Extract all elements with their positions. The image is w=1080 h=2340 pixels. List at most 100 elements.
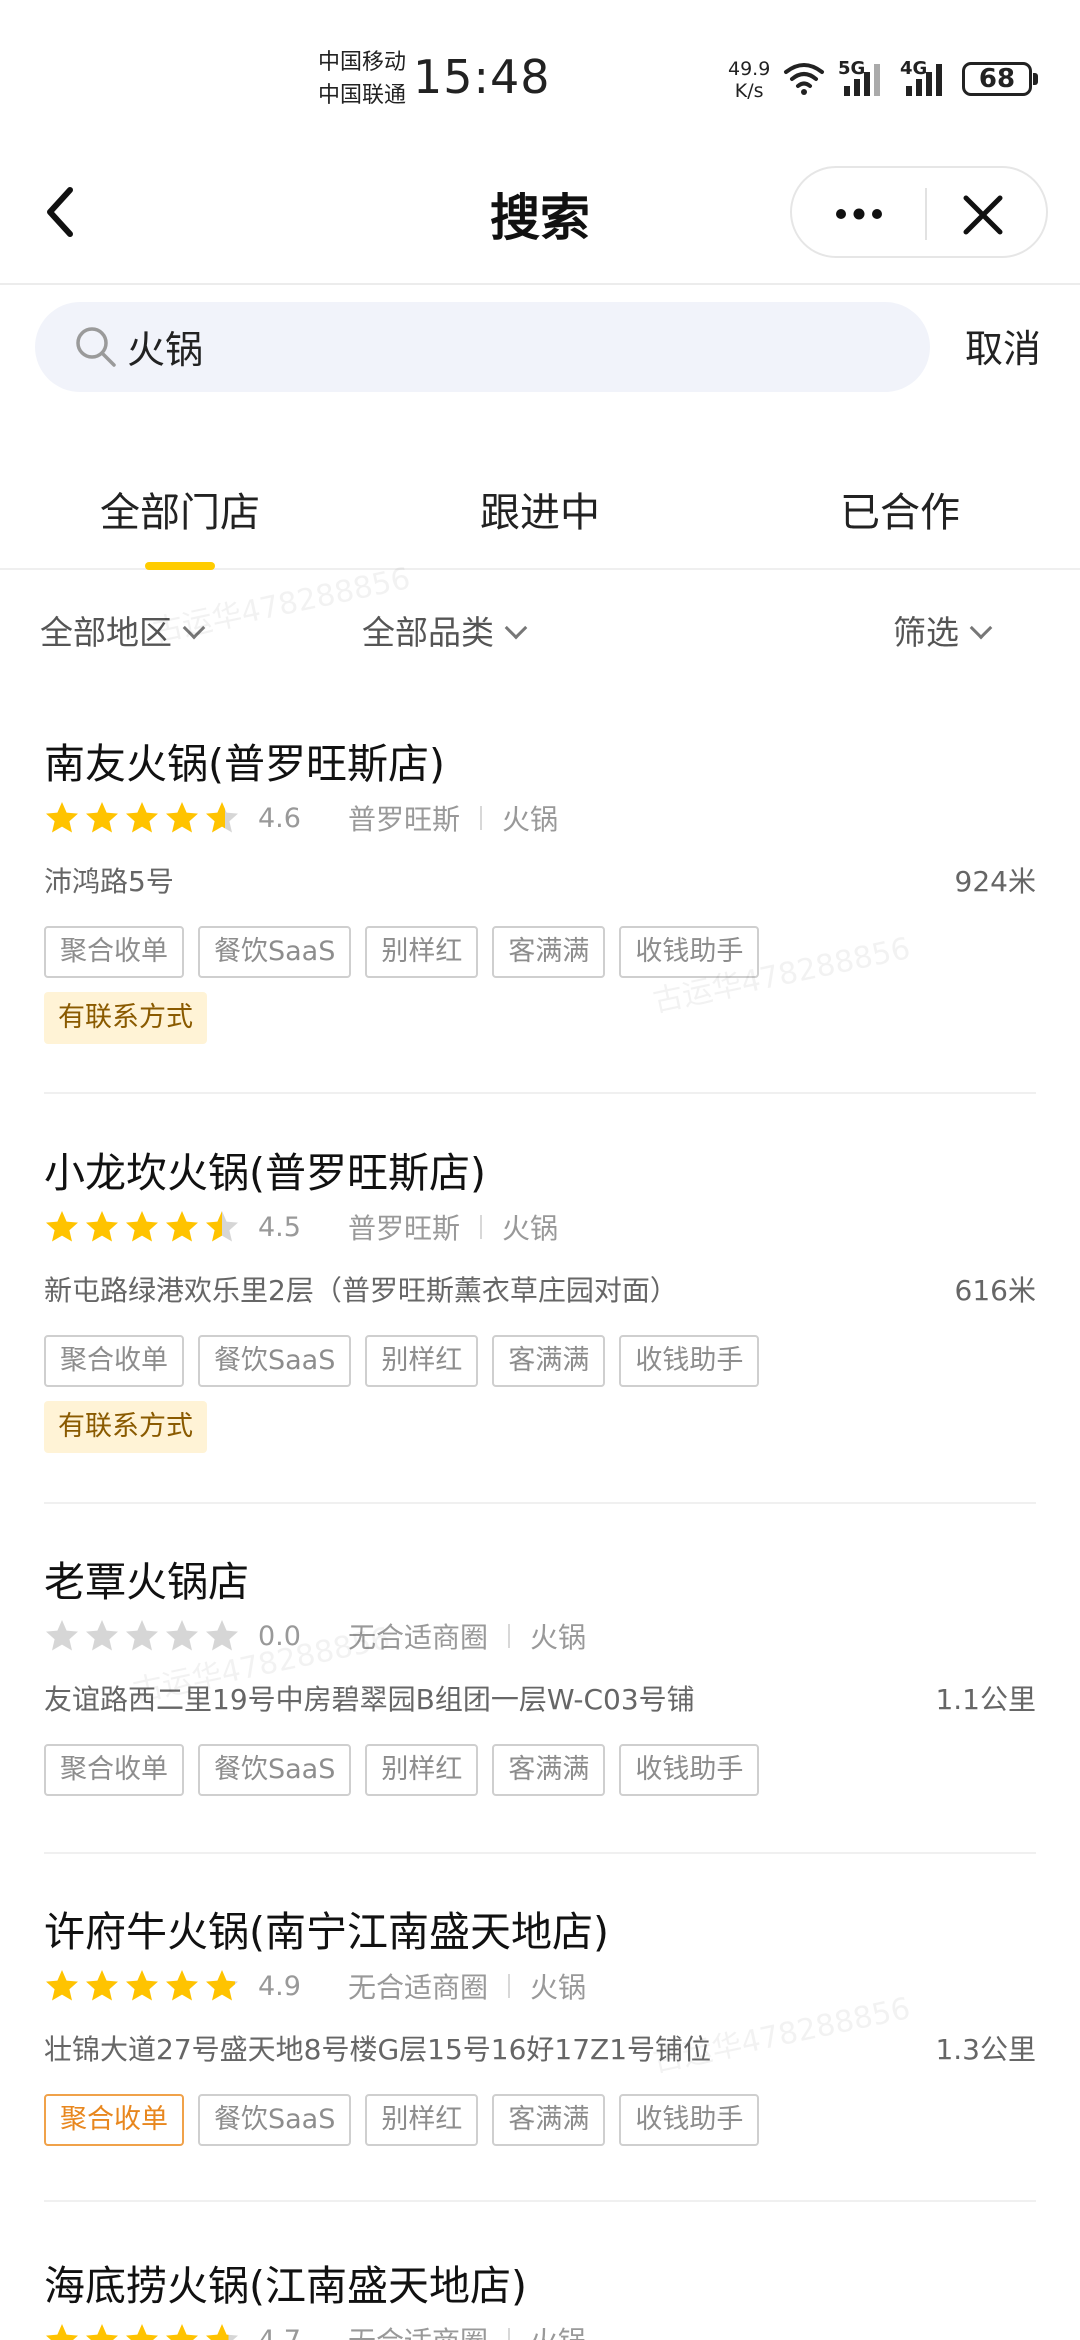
star-icon — [86, 1970, 118, 2001]
carrier-2: 中国联通 — [318, 83, 407, 108]
star-rating — [44, 800, 244, 836]
store-distance: 616米 — [954, 1274, 1036, 1307]
rating-score: 4.5 — [258, 1211, 301, 1243]
store-card[interactable]: 南友火锅(普罗旺斯店) 4.6 普罗旺斯 火锅 沛鸿路5号 924米 聚合收单餐… — [44, 730, 1036, 1090]
product-tag: 收钱助手 — [619, 926, 760, 978]
carrier-1: 中国移动 — [318, 50, 407, 75]
meta-divider — [480, 1215, 483, 1239]
store-category: 火锅 — [502, 1212, 559, 1245]
more-icon[interactable] — [834, 204, 884, 224]
region-filter-label: 全部地区 — [40, 613, 172, 652]
product-tag: 别样红 — [365, 2094, 479, 2146]
speed-unit: K/s — [734, 80, 764, 102]
meta-divider — [508, 1974, 511, 1998]
store-card[interactable]: 老覃火锅店 0.0 无合适商圈 火锅 友谊路西二里19号中房碧翠园B组团一层W-… — [44, 1548, 1036, 1848]
star-icon — [126, 1970, 158, 2001]
store-distance: 1.1公里 — [935, 1683, 1036, 1716]
search-input[interactable] — [127, 316, 827, 376]
carrier-info: 中国移动 中国联通 — [318, 46, 406, 112]
business-area: 无合适商圈 — [348, 2320, 488, 2340]
search-box[interactable] — [35, 302, 930, 392]
product-tag: 客满满 — [492, 926, 606, 978]
product-tags: 聚合收单 餐饮SaaS 别样红 客满满 收钱助手 — [44, 1335, 773, 1387]
rating-score: 4.6 — [258, 802, 301, 834]
divider — [44, 1502, 1036, 1504]
business-area: 无合适商圈 — [348, 1971, 489, 2004]
product-tags: 聚合收单 餐饮SaaS 别样红 客满满 收钱助手 — [44, 926, 773, 978]
store-card[interactable]: 小龙坎火锅(普罗旺斯店) 4.5 普罗旺斯 火锅 新屯路绿港欢乐里2层（普罗旺斯… — [44, 1139, 1036, 1499]
star-icon — [86, 802, 118, 833]
star-icon — [206, 802, 238, 833]
meta-divider — [508, 2328, 511, 2340]
product-tags: 聚合收单 餐饮SaaS 别样红 客满满 收钱助手 — [44, 1744, 773, 1796]
network-speed: 49.9 K/s — [728, 58, 770, 102]
store-address: 壮锦大道27号盛天地8号楼G层15号16好17Z1号铺位 — [44, 2033, 712, 2066]
star-icon — [46, 1211, 78, 1242]
star-icon — [126, 1211, 158, 1242]
store-address: 新屯路绿港欢乐里2层（普罗旺斯薰衣草庄园对面） — [44, 1274, 678, 1307]
cancel-button[interactable]: 取消 — [965, 318, 1041, 373]
battery-level: 68 — [978, 64, 1016, 94]
filter-label: 筛选 — [893, 613, 959, 652]
star-icon — [46, 1620, 78, 1651]
store-name: 海底捞火锅(江南盛天地店) — [44, 2262, 527, 2310]
star-icon — [86, 1620, 118, 1651]
star-icon — [206, 1620, 238, 1651]
product-tag: 聚合收单 — [44, 926, 184, 978]
category-filter-label: 全部品类 — [362, 613, 494, 652]
product-tag: 收钱助手 — [619, 1744, 760, 1796]
product-tag: 餐饮SaaS — [198, 926, 352, 978]
store-card[interactable]: 海底捞火锅(江南盛天地店) 4.7 无合适商圈 火锅 — [44, 2252, 1036, 2340]
capsule-divider — [925, 188, 927, 240]
status-bar: 中国移动 中国联通 15:48 49.9 K/s 5G 4G 68 — [0, 0, 1080, 150]
filter-button[interactable]: 筛选 — [893, 606, 993, 654]
store-address: 友谊路西二里19号中房碧翠园B组团一层W-C03号铺 — [44, 1683, 695, 1716]
business-area: 无合适商圈 — [348, 1621, 489, 1654]
star-rating — [44, 1209, 244, 1245]
star-icon — [166, 802, 198, 833]
store-name: 老覃火锅店 — [44, 1558, 249, 1606]
store-card[interactable]: 许府牛火锅(南宁江南盛天地店) 4.9 无合适商圈 火锅 壮锦大道27号盛天地8… — [44, 1898, 1036, 2198]
product-tag: 别样红 — [365, 1744, 479, 1796]
star-rating — [44, 1618, 244, 1654]
star-icon — [166, 2324, 198, 2340]
tab-following[interactable]: 跟进中 — [390, 480, 690, 538]
meta-divider — [480, 806, 483, 830]
rating-row: 4.7 无合适商圈 火锅 — [44, 2320, 586, 2340]
star-icon — [126, 802, 158, 833]
chevron-down-icon — [504, 616, 528, 640]
store-category: 火锅 — [502, 803, 559, 836]
product-tag: 餐饮SaaS — [198, 1335, 352, 1387]
close-icon[interactable] — [962, 194, 1004, 236]
star-icon — [166, 1620, 198, 1651]
star-icon — [206, 1970, 238, 2001]
chevron-down-icon — [182, 616, 206, 640]
star-rating — [44, 1968, 244, 2004]
tab-all-stores[interactable]: 全部门店 — [30, 480, 330, 538]
star-icon — [86, 1211, 118, 1242]
product-tag: 收钱助手 — [619, 2094, 760, 2146]
signal-2-icon — [906, 64, 942, 96]
nav-bar: 搜索 — [0, 150, 1080, 285]
star-icon — [46, 802, 78, 833]
contact-badge: 有联系方式 — [44, 992, 207, 1044]
category-filter[interactable]: 全部品类 — [362, 606, 528, 654]
region-filter[interactable]: 全部地区 — [40, 606, 206, 654]
product-tags: 聚合收单 餐饮SaaS 别样红 客满满 收钱助手 — [44, 2094, 773, 2146]
business-area: 普罗旺斯 — [348, 803, 461, 836]
star-rating — [44, 2322, 244, 2340]
store-category: 火锅 — [530, 1621, 587, 1654]
store-name: 小龙坎火锅(普罗旺斯店) — [44, 1149, 486, 1197]
tab-bar: 全部门店 跟进中 已合作 — [0, 440, 1080, 570]
tab-cooperated[interactable]: 已合作 — [750, 480, 1050, 538]
star-icon — [126, 2324, 158, 2340]
star-icon — [126, 1620, 158, 1651]
rating-score: 4.9 — [258, 1970, 301, 2002]
rating-row: 4.5 普罗旺斯 火锅 — [44, 1207, 558, 1247]
store-category: 火锅 — [530, 1971, 587, 2004]
star-icon — [46, 2324, 78, 2340]
search-icon — [76, 327, 116, 367]
star-icon — [206, 2324, 238, 2340]
speed-value: 49.9 — [728, 58, 771, 80]
star-icon — [46, 1970, 78, 2001]
